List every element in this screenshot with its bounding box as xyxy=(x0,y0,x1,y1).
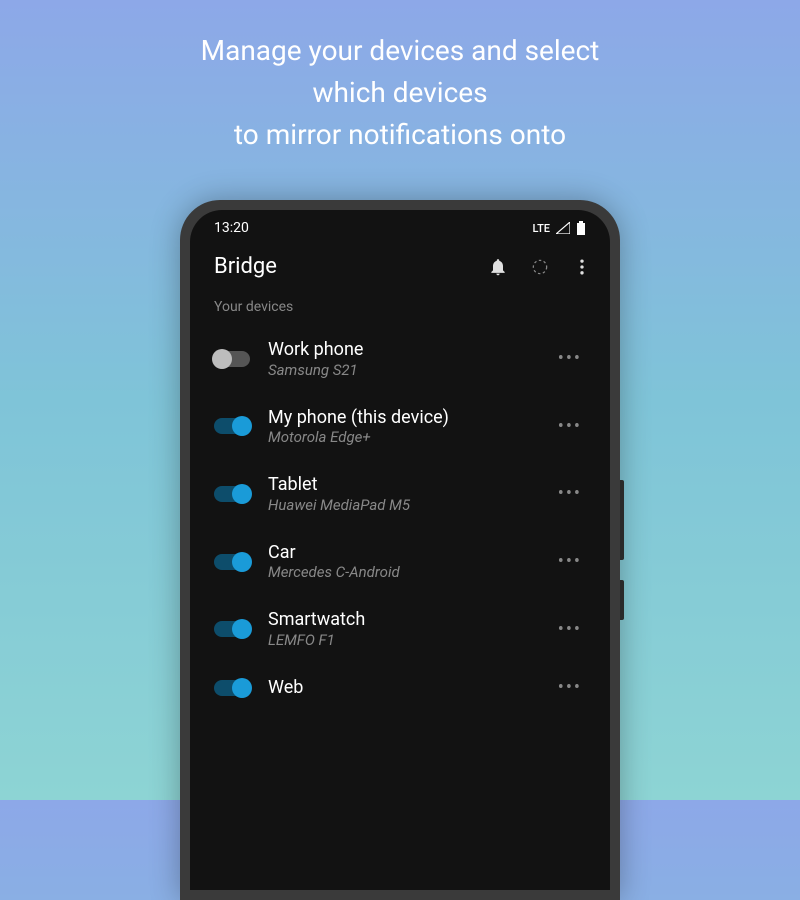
device-more-icon[interactable]: ••• xyxy=(554,619,586,640)
more-vert-icon[interactable] xyxy=(572,257,592,277)
promo-line-2: which devices xyxy=(60,72,740,114)
device-info: Web xyxy=(268,677,536,699)
bell-icon[interactable] xyxy=(488,257,508,277)
device-name: Work phone xyxy=(268,339,536,361)
sync-icon[interactable] xyxy=(530,257,550,277)
device-row[interactable]: Web ••• xyxy=(198,663,602,713)
device-model: Samsung S21 xyxy=(268,361,536,379)
device-toggle[interactable] xyxy=(214,680,250,696)
device-toggle[interactable] xyxy=(214,486,250,502)
device-model: Huawei MediaPad M5 xyxy=(268,496,536,514)
promo-line-1: Manage your devices and select xyxy=(60,30,740,72)
device-info: My phone (this device) Motorola Edge+ xyxy=(268,407,536,447)
device-more-icon[interactable]: ••• xyxy=(554,551,586,572)
phone-volume-button xyxy=(620,480,624,560)
device-model: LEMFO F1 xyxy=(268,631,536,649)
phone-screen: 13:20 LTE Bridge xyxy=(190,210,610,890)
device-more-icon[interactable]: ••• xyxy=(554,416,586,437)
device-more-icon[interactable]: ••• xyxy=(554,483,586,504)
device-row[interactable]: Car Mercedes C-Android ••• xyxy=(198,528,602,596)
device-row[interactable]: Work phone Samsung S21 ••• xyxy=(198,325,602,393)
device-row[interactable]: My phone (this device) Motorola Edge+ ••… xyxy=(198,393,602,461)
device-info: Smartwatch LEMFO F1 xyxy=(268,609,536,649)
device-more-icon[interactable]: ••• xyxy=(554,348,586,369)
device-toggle[interactable] xyxy=(214,351,250,367)
signal-icon xyxy=(556,222,570,234)
device-row[interactable]: Smartwatch LEMFO F1 ••• xyxy=(198,595,602,663)
device-info: Car Mercedes C-Android xyxy=(268,542,536,582)
device-toggle[interactable] xyxy=(214,621,250,637)
app-title: Bridge xyxy=(214,254,277,279)
device-name: Car xyxy=(268,542,536,564)
phone-frame: 13:20 LTE Bridge xyxy=(180,200,620,900)
device-info: Tablet Huawei MediaPad M5 xyxy=(268,474,536,514)
device-name: Smartwatch xyxy=(268,609,536,631)
device-name: My phone (this device) xyxy=(268,407,536,429)
device-list: Work phone Samsung S21 ••• My phone (thi… xyxy=(190,325,610,713)
section-header: Your devices xyxy=(190,293,610,325)
device-name: Web xyxy=(268,677,536,699)
promo-line-3: to mirror notifications onto xyxy=(60,114,740,156)
network-label: LTE xyxy=(532,222,550,235)
phone-power-button xyxy=(620,580,624,620)
app-bar: Bridge xyxy=(190,242,610,293)
status-time: 13:20 xyxy=(214,220,249,236)
device-toggle[interactable] xyxy=(214,554,250,570)
promo-text: Manage your devices and select which dev… xyxy=(0,0,800,156)
device-model: Motorola Edge+ xyxy=(268,428,536,446)
status-bar: 13:20 LTE xyxy=(190,210,610,242)
device-name: Tablet xyxy=(268,474,536,496)
device-info: Work phone Samsung S21 xyxy=(268,339,536,379)
app-bar-actions xyxy=(488,257,592,277)
device-toggle[interactable] xyxy=(214,418,250,434)
device-more-icon[interactable]: ••• xyxy=(554,677,586,698)
battery-icon xyxy=(576,221,586,235)
device-row[interactable]: Tablet Huawei MediaPad M5 ••• xyxy=(198,460,602,528)
device-model: Mercedes C-Android xyxy=(268,563,536,581)
status-right: LTE xyxy=(532,221,586,235)
